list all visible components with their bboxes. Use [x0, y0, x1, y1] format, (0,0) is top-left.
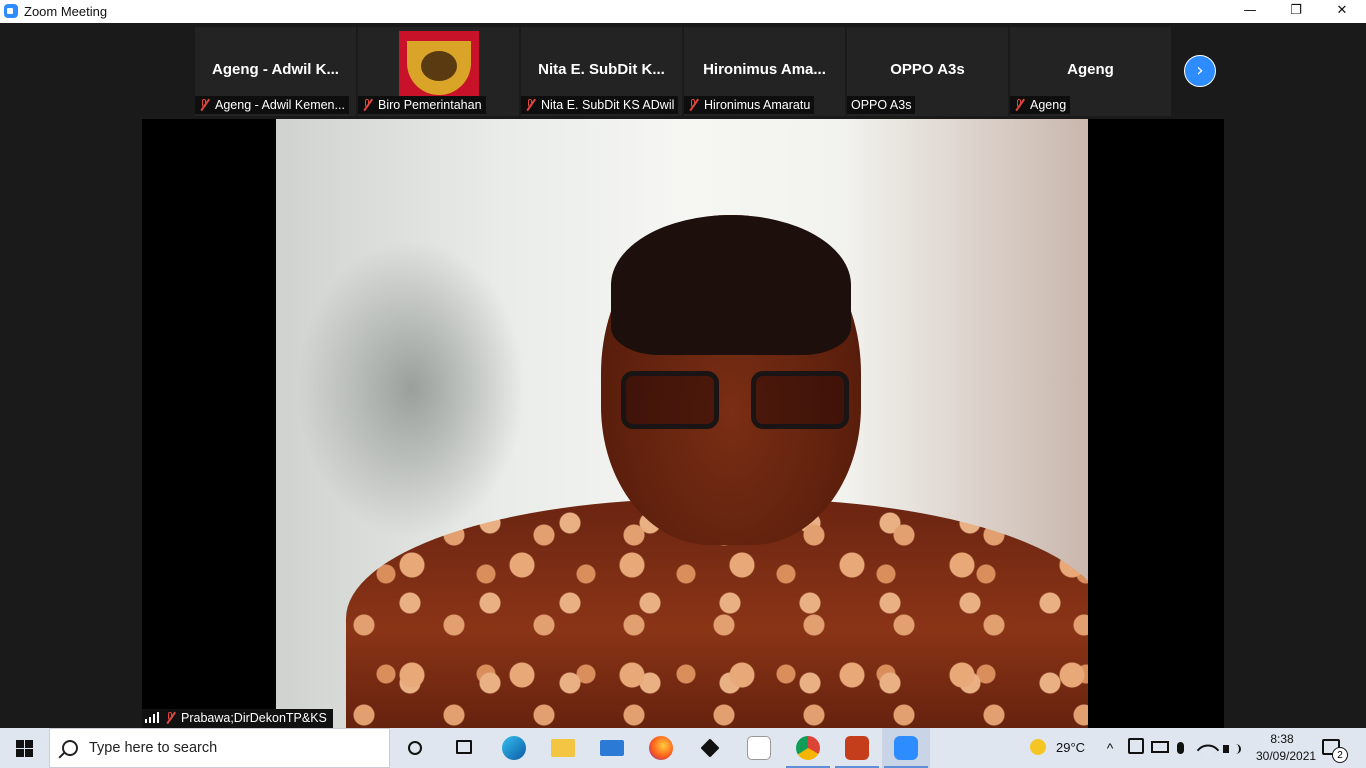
speaker-hair [611, 215, 851, 355]
title-bar: Zoom Meeting — ❐ ✕ [0, 0, 1366, 24]
battery-icon[interactable] [1151, 728, 1169, 768]
clock-date: 30/09/2021 [1256, 749, 1317, 763]
volume-icon[interactable] [1223, 728, 1241, 768]
participant-tile[interactable]: Ageng Ageng [1010, 27, 1171, 116]
participant-tile[interactable]: Biro Pemerintahan [358, 27, 519, 116]
restore-button[interactable]: ❐ [1273, 0, 1319, 23]
participant-label-text: Ageng [1030, 98, 1067, 112]
firefox-icon [649, 736, 673, 760]
taskbar-dropbox[interactable] [686, 728, 734, 768]
glasses-lens [751, 371, 849, 429]
mic-muted-icon [165, 712, 175, 724]
background-shape [296, 239, 526, 539]
microphone-icon[interactable] [1177, 728, 1184, 768]
taskbar-search-box[interactable]: Type here to search [49, 728, 390, 768]
signal-strength-icon [145, 712, 159, 723]
participant-strip: Ageng - Adwil K... Ageng - Adwil Kemen..… [0, 23, 1366, 118]
participant-label-text: Hironimus Amaratu [704, 98, 811, 112]
clock-time: 8:38 [1270, 732, 1294, 746]
taskbar-chrome[interactable] [784, 728, 832, 768]
mail-icon [600, 740, 624, 756]
mic-muted-icon [525, 99, 535, 111]
window-title: Zoom Meeting [24, 4, 108, 19]
participant-label: Ageng [1010, 96, 1071, 114]
speaker-glasses [621, 371, 853, 431]
participant-label: OPPO A3s [847, 96, 916, 114]
logo-shield-icon [407, 41, 471, 95]
windows-logo-icon [16, 740, 24, 748]
active-speaker-view: Prabawa;DirDekonTP&KS [142, 119, 1224, 728]
mic-muted-icon [688, 99, 698, 111]
participant-display-name: Ageng - Adwil K... [212, 61, 339, 78]
participant-tile[interactable]: Nita E. SubDit K... Nita E. SubDit KS AD… [521, 27, 682, 116]
notification-count-badge: 2 [1332, 747, 1348, 763]
active-speaker-name: Prabawa;DirDekonTP&KS [181, 711, 327, 725]
zoom-app-icon [4, 4, 18, 18]
powerpoint-icon [845, 736, 869, 760]
search-placeholder: Type here to search [89, 740, 218, 756]
weather-temperature: 29°C [1056, 740, 1086, 755]
task-view-icon [456, 740, 472, 754]
participant-label: Ageng - Adwil Kemen... [195, 96, 349, 114]
participant-label: Nita E. SubDit KS ADwil [521, 96, 679, 114]
taskbar-zoom[interactable] [882, 728, 930, 768]
show-hidden-icons-button[interactable]: ^ [1104, 728, 1116, 768]
weather-widget[interactable]: 29°C [1030, 728, 1085, 768]
search-icon [62, 740, 78, 756]
participant-display-name: OPPO A3s [890, 61, 965, 78]
taskbar-mail[interactable] [588, 728, 636, 768]
participant-tile[interactable]: OPPO A3s OPPO A3s [847, 27, 1008, 116]
close-button[interactable]: ✕ [1319, 0, 1365, 23]
wifi-icon[interactable] [1196, 728, 1220, 768]
amazon-icon [747, 736, 771, 760]
participant-tile[interactable]: Ageng - Adwil K... Ageng - Adwil Kemen..… [195, 27, 356, 116]
start-button[interactable] [0, 728, 48, 768]
next-page-button[interactable]: › [1184, 55, 1216, 87]
zoom-icon [894, 736, 918, 760]
folder-icon [551, 739, 575, 757]
minimize-button[interactable]: — [1227, 0, 1273, 23]
dropbox-icon [700, 738, 720, 758]
edge-icon [502, 736, 526, 760]
participant-tile[interactable]: Hironimus Ama... Hironimus Amaratu [684, 27, 845, 116]
speaker-video [276, 119, 1088, 728]
organization-logo [399, 31, 479, 99]
cortana-button[interactable] [392, 728, 440, 768]
mic-muted-icon [199, 99, 209, 111]
meet-now-icon[interactable] [1128, 728, 1144, 768]
cortana-icon [408, 741, 422, 755]
mic-muted-icon [362, 99, 372, 111]
taskbar-edge[interactable] [490, 728, 538, 768]
active-speaker-name-tag: Prabawa;DirDekonTP&KS [142, 709, 333, 728]
participant-label-text: Nita E. SubDit KS ADwil [541, 98, 675, 112]
participant-label-text: Biro Pemerintahan [378, 98, 482, 112]
participant-display-name: Ageng [1067, 61, 1114, 78]
taskbar-file-explorer[interactable] [539, 728, 587, 768]
participant-display-name: Hironimus Ama... [703, 61, 826, 78]
participant-label-text: OPPO A3s [851, 98, 912, 112]
participant-display-name: Nita E. SubDit K... [538, 61, 665, 78]
glasses-lens [621, 371, 719, 429]
system-clock[interactable]: 8:38 30/09/2021 [1256, 731, 1317, 765]
participant-label: Hironimus Amaratu [684, 96, 815, 114]
taskbar-firefox[interactable] [637, 728, 685, 768]
weather-sun-icon [1030, 739, 1046, 755]
taskbar-powerpoint[interactable] [833, 728, 881, 768]
task-view-button[interactable] [440, 728, 488, 768]
taskbar-amazon[interactable] [735, 728, 783, 768]
participant-label-text: Ageng - Adwil Kemen... [215, 98, 345, 112]
mic-muted-icon [1014, 99, 1024, 111]
windows-taskbar: Type here to search 29°C ^ 8:38 30/09/20… [0, 728, 1366, 768]
participant-label: Biro Pemerintahan [358, 96, 486, 114]
chrome-icon [796, 736, 820, 760]
